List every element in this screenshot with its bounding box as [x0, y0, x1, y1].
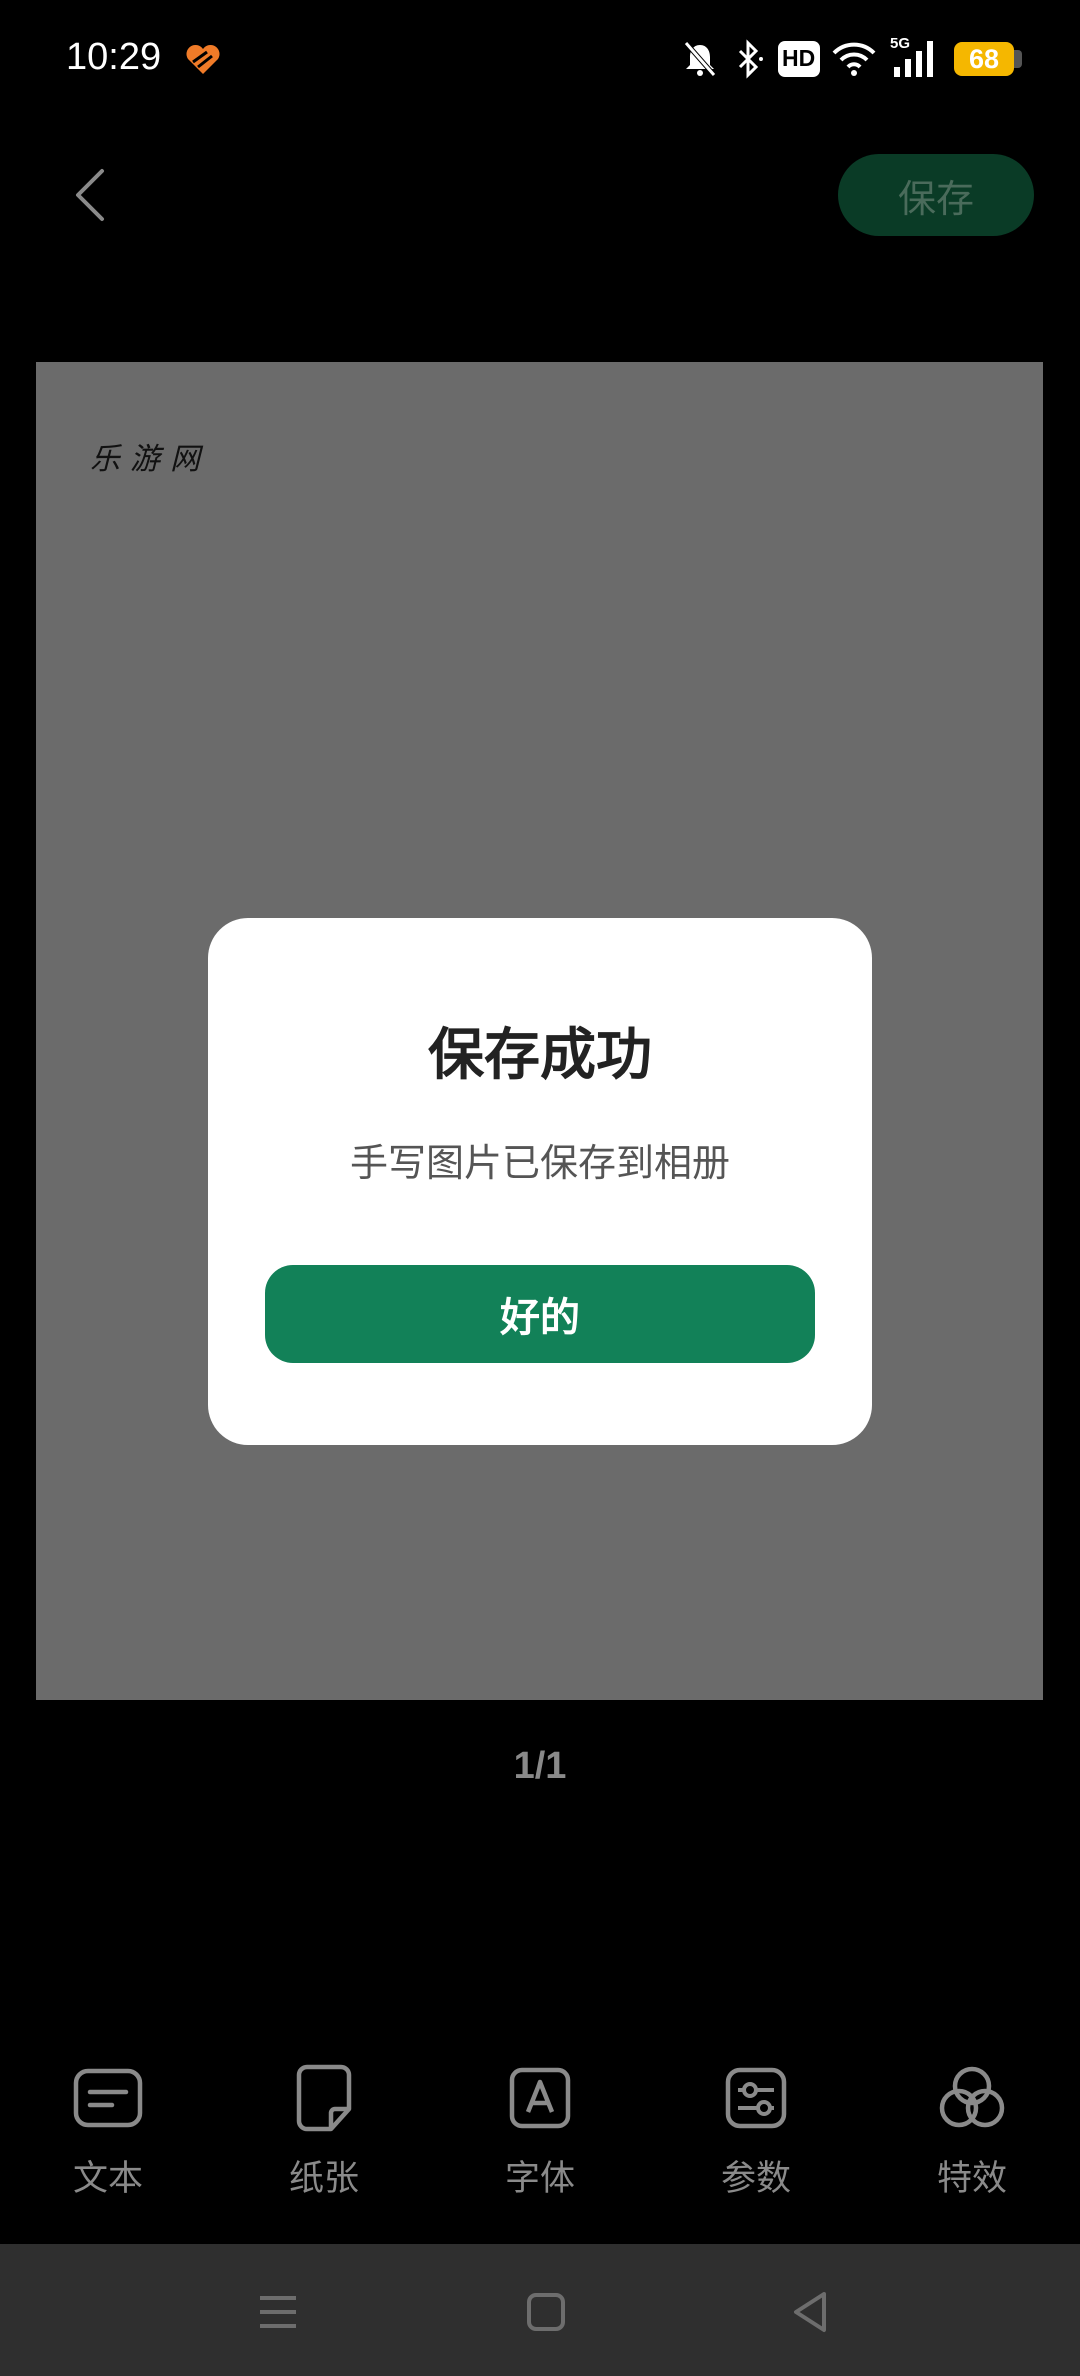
dialog-title: 保存成功 — [428, 1023, 652, 1088]
app-notification-icon — [184, 42, 222, 80]
tool-label: 纸张 — [288, 2159, 359, 2199]
ok-button[interactable]: 好的 — [265, 1265, 815, 1363]
nav-home-button[interactable] — [514, 2280, 578, 2344]
home-square-icon — [527, 2293, 565, 2331]
mute-bell-icon — [683, 41, 716, 77]
bluetooth-icon — [738, 39, 763, 79]
tool-effects[interactable]: 特效 — [902, 2060, 1042, 2220]
tool-label: 参数 — [720, 2159, 791, 2199]
tool-font[interactable]: 字体 — [470, 2060, 610, 2220]
save-success-dialog: 保存成功 手写图片已保存到相册 好的 — [208, 918, 872, 1445]
hd-voice-badge: HD — [777, 40, 820, 77]
font-icon — [502, 2060, 578, 2136]
wifi-icon — [832, 42, 876, 76]
bottom-toolbar: 文本 纸张 字体 参数 特效 — [0, 2060, 1080, 2220]
battery-tip — [1014, 50, 1022, 68]
system-nav-bar — [0, 2244, 1080, 2376]
nav-back-button[interactable] — [778, 2280, 842, 2344]
tool-label: 特效 — [936, 2159, 1007, 2199]
back-button[interactable] — [60, 160, 120, 230]
effects-icon — [934, 2060, 1010, 2136]
chevron-left-icon — [76, 169, 104, 221]
nav-menu-button[interactable] — [246, 2280, 310, 2344]
back-triangle-icon — [794, 2292, 826, 2332]
tool-params[interactable]: 参数 — [686, 2060, 826, 2220]
dialog-message: 手写图片已保存到相册 — [349, 1141, 730, 1185]
save-button[interactable]: 保存 — [838, 154, 1034, 236]
text-icon — [70, 2060, 146, 2136]
battery-level: 68 — [954, 42, 1014, 76]
status-time: 10:29 — [66, 36, 162, 78]
tool-label: 字体 — [504, 2159, 575, 2199]
settings-sliders-icon — [718, 2060, 794, 2136]
tool-label: 文本 — [72, 2159, 143, 2199]
tool-text[interactable]: 文本 — [38, 2060, 178, 2220]
cellular-signal-icon: 5G — [890, 35, 940, 79]
status-icons: HD 1 5G 68 — [680, 34, 1022, 84]
status-bar: 10:29 HD 1 5G — [0, 0, 1080, 120]
menu-icon — [260, 2296, 296, 2328]
tool-paper[interactable]: 纸张 — [254, 2060, 394, 2220]
paper-icon — [286, 2060, 362, 2136]
page-indicator: 1/1 — [513, 1745, 567, 1787]
handwritten-text: 乐游网 — [90, 442, 210, 477]
